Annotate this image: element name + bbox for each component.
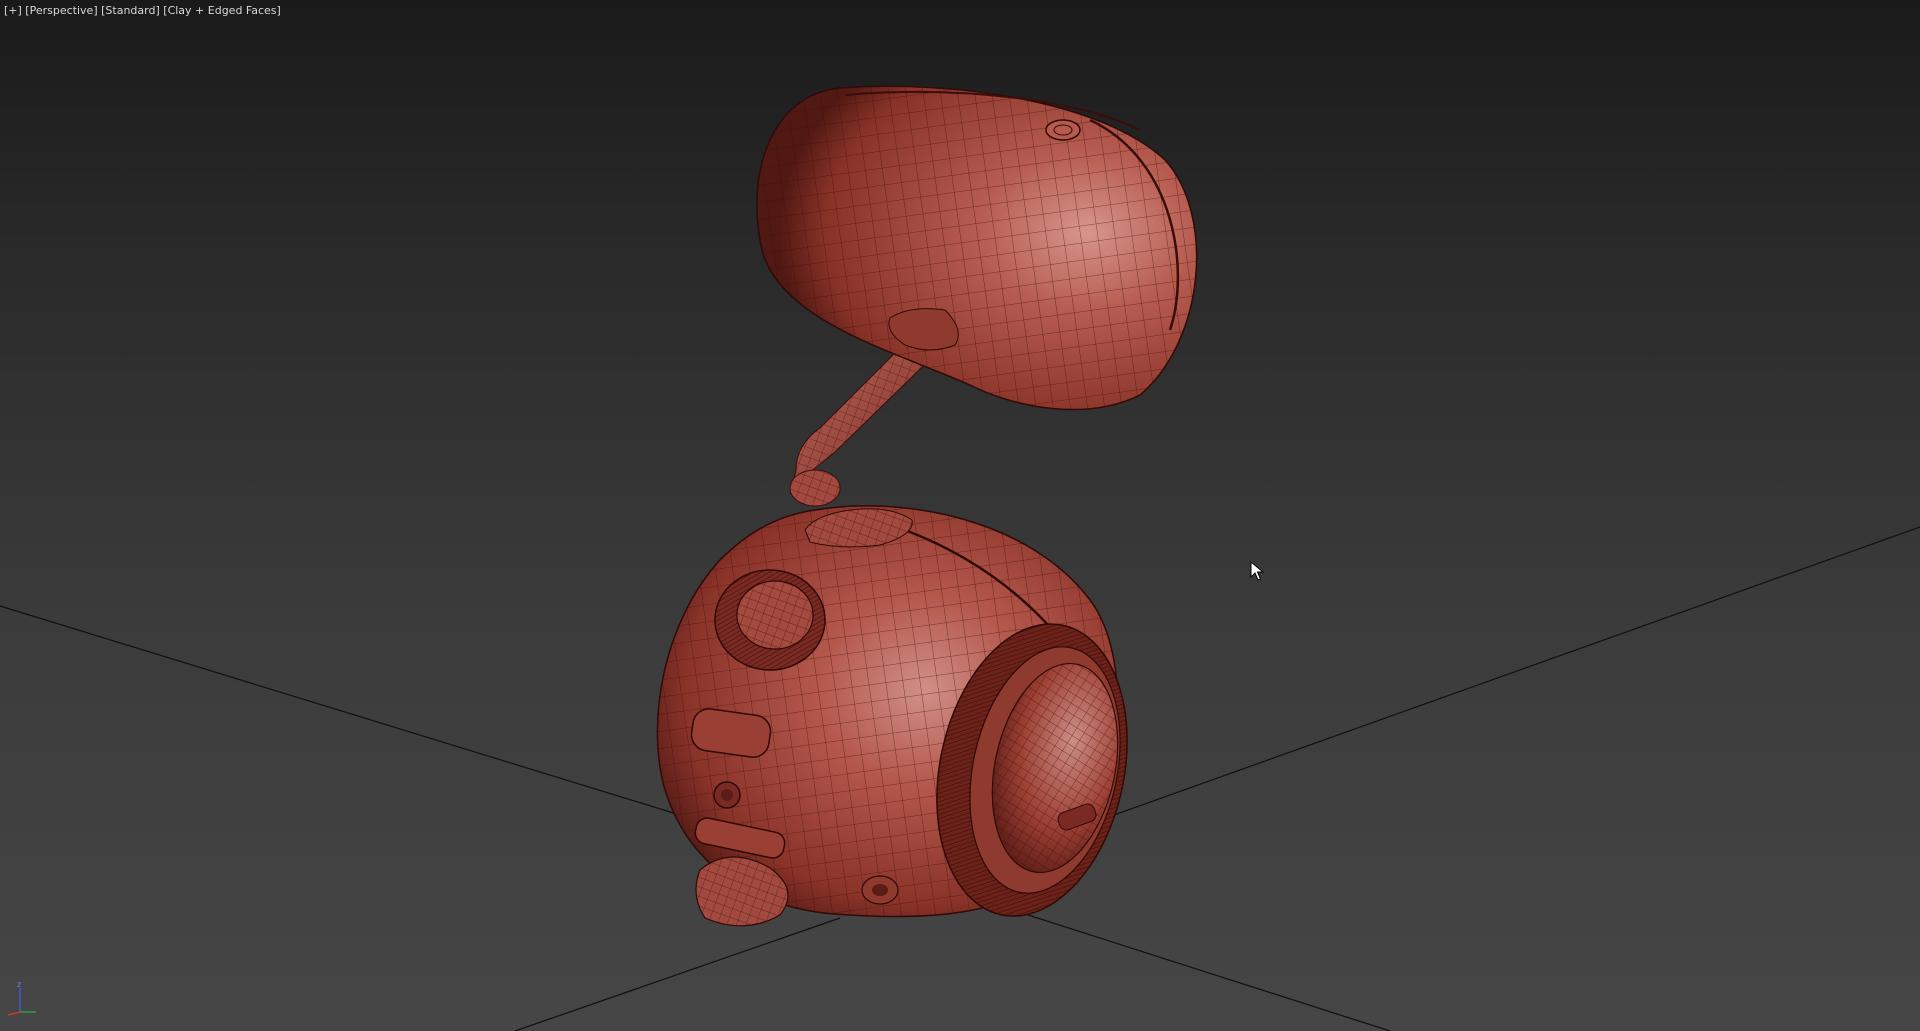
gizmo-z-label: z bbox=[17, 980, 21, 989]
label-sep-2: ] [ bbox=[93, 4, 106, 17]
viewport-scene[interactable] bbox=[0, 0, 1920, 1031]
mouse-pointer-icon bbox=[1250, 561, 1264, 581]
shading-menu[interactable]: Standard bbox=[105, 4, 155, 17]
sensor-ring bbox=[714, 569, 826, 671]
label-bracket-end: ] bbox=[276, 4, 281, 17]
axis-tripod-icon: z bbox=[7, 980, 36, 1016]
camera-model[interactable] bbox=[656, 85, 1198, 934]
viewport-label: [+] [Perspective] [Standard] [Clay + Edg… bbox=[4, 4, 281, 17]
view-menu[interactable]: + bbox=[8, 4, 17, 17]
perspective-viewport[interactable]: [+] [Perspective] [Standard] [Clay + Edg… bbox=[0, 0, 1920, 1031]
label-sep-3: ] [ bbox=[155, 4, 168, 17]
camera-menu[interactable]: Perspective bbox=[30, 4, 94, 17]
head-button bbox=[1045, 119, 1081, 141]
display-mode-menu[interactable]: Clay + Edged Faces bbox=[168, 4, 277, 17]
label-sep-1: ] [ bbox=[17, 4, 30, 17]
